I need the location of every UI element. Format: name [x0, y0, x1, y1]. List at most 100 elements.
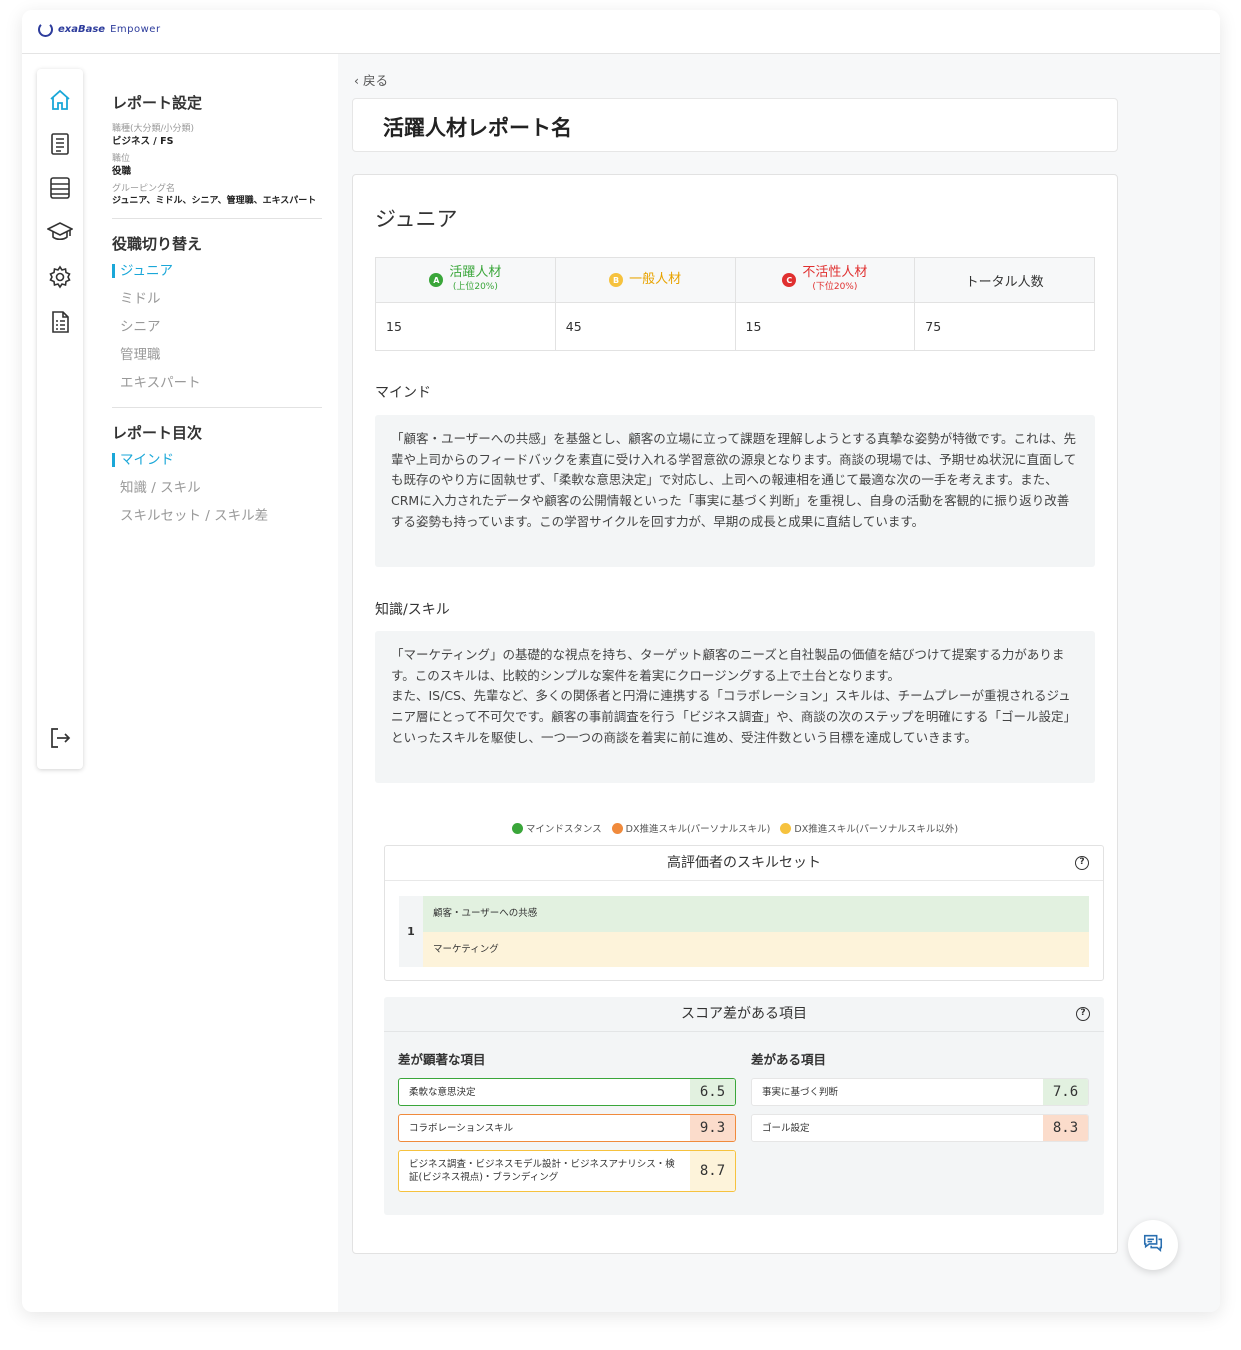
grouping-label: グルーピング名: [112, 184, 176, 194]
score-item-label: コラボレーションスキル: [409, 1122, 514, 1134]
legend-dot-yellow-icon: [780, 822, 792, 834]
job-type-value: ビジネス / FS: [112, 136, 174, 147]
logout-icon[interactable]: [47, 725, 73, 751]
badge-a-icon: A: [429, 273, 444, 287]
logo[interactable]: exaBase Empower: [38, 22, 161, 37]
score-diff-title: スコア差がある項目: [681, 1006, 807, 1022]
graduation-cap-icon[interactable]: [47, 219, 73, 245]
back-link[interactable]: ‹ 戻る: [354, 70, 388, 89]
significant-diff-column: 差が顕著な項目 柔軟な意思決定 6.5 コラボレーションスキル 9.3 ビジネス…: [398, 1049, 736, 1200]
value-active: 15: [375, 302, 556, 351]
rank-number: 1: [399, 896, 423, 967]
diff-title: 差がある項目: [751, 1052, 827, 1067]
divider: [112, 407, 322, 408]
legend-item-mind: マインドスタンス: [511, 821, 602, 835]
legend-dot-green-icon: [511, 822, 523, 834]
knowledge-text-1: 「マーケティング」の基礎的な視点を持ち、ターゲット顧客のニーズと自社製品の価値を…: [391, 647, 1065, 683]
score-item: 柔軟な意思決定 6.5: [398, 1078, 736, 1106]
score-item: コラボレーションスキル 9.3: [398, 1114, 736, 1142]
app-window: exaBase Empower レポート設定 職種(大分類/小分類) ビジネス …: [22, 10, 1220, 1312]
score-item: ゴール設定 8.3: [751, 1114, 1089, 1142]
report-title-box: 活躍人材レポート名: [352, 98, 1118, 152]
mind-section-title: マインド: [375, 385, 431, 401]
gear-icon[interactable]: [47, 264, 73, 290]
report-card: ジュニア A 活躍人材 (上位20%) B 一般人材 C 不活性人材 (下位20…: [352, 174, 1118, 1254]
role-item-middle[interactable]: ミドル: [112, 285, 332, 313]
badge-b-icon: B: [609, 273, 624, 287]
legend-label: DX推進スキル(パーソナルスキル以外): [794, 824, 959, 835]
rank-skill-item: マーケティング: [423, 931, 1089, 967]
skillset-title: 高評価者のスキルセット: [667, 855, 821, 871]
score-item-value: 8.7: [690, 1151, 735, 1191]
divider: [112, 218, 322, 219]
knowledge-text-2: また、IS/CS、先輩など、多くの関係者と円滑に連携する「コラボレーション」スキ…: [391, 688, 1077, 745]
score-diff-header: スコア差がある項目 ?: [384, 997, 1104, 1032]
chat-button[interactable]: [1128, 1220, 1178, 1270]
rank-skill-list: 顧客・ユーザーへの共感 マーケティング: [423, 896, 1089, 967]
sidebar: レポート設定 職種(大分類/小分類) ビジネス / FS 職位 役職 グルーピン…: [112, 70, 332, 530]
job-type-label: 職種(大分類/小分類): [112, 124, 195, 134]
score-item: ビジネス調査・ビジネスモデル設計・ビジネスアナリシス・検証(ビジネス視点)・ブラ…: [398, 1150, 736, 1192]
toc-item-mind[interactable]: マインド: [112, 453, 332, 467]
legend-item-personal: DX推進スキル(パーソナルスキル): [611, 821, 771, 835]
toc-item-skillset[interactable]: スキルセット / スキル差: [112, 502, 332, 530]
knowledge-text-box: 「マーケティング」の基礎的な視点を持ち、ターゲット顧客のニーズと自社製品の価値を…: [375, 631, 1095, 783]
summary-value-row: 15 45 15 75: [375, 302, 1095, 351]
report-title: 活躍人材レポート名: [383, 116, 572, 140]
role-item-manager[interactable]: 管理職: [112, 341, 332, 369]
chat-icon: [1142, 1232, 1164, 1258]
header-general-label: 一般人材: [629, 272, 682, 287]
score-item-label: ゴール設定: [762, 1122, 810, 1134]
diff-column: 差がある項目 事実に基づく判断 7.6 ゴール設定 8.3: [751, 1049, 1089, 1150]
value-general: 45: [554, 302, 736, 351]
role-item-expert[interactable]: エキスパート: [112, 369, 332, 397]
mind-text: 「顧客・ユーザーへの共感」を基盤とし、顧客の立場に立って課題を理解しようとする真…: [391, 431, 1077, 529]
score-item-label: ビジネス調査・ビジネスモデル設計・ビジネスアナリシス・検証(ビジネス視点)・ブラ…: [409, 1159, 675, 1183]
header-active-label: 活躍人材: [449, 265, 502, 280]
help-icon[interactable]: ?: [1076, 1007, 1090, 1021]
score-item: 事実に基づく判断 7.6: [751, 1078, 1089, 1106]
score-item-value: 9.3: [690, 1115, 735, 1141]
score-diff-panel: スコア差がある項目 ? 差が顕著な項目 柔軟な意思決定 6.5 コラボレーション…: [384, 997, 1104, 1215]
logo-mark-icon: [38, 22, 53, 37]
header-total-label: トータル人数: [965, 274, 1044, 290]
position-value: 役職: [112, 166, 132, 177]
legend-label: DX推進スキル(パーソナルスキル): [625, 824, 771, 835]
document-icon[interactable]: [47, 131, 73, 157]
table-icon[interactable]: [47, 175, 73, 201]
header-inactive-sub: (下位20%): [812, 282, 858, 292]
position-label: 職位: [112, 154, 131, 164]
header-active-sub: (上位20%): [452, 282, 498, 292]
role-switch-title: 役職切り替え: [112, 235, 203, 253]
toc-item-knowledge[interactable]: 知識 / スキル: [112, 474, 332, 502]
main-content: ‹ 戻る 活躍人材レポート名 ジュニア A 活躍人材 (上位20%) B 一般人…: [338, 54, 1220, 1312]
icon-rail: [37, 69, 83, 769]
chevron-left-icon: ‹: [354, 73, 359, 88]
skillset-header: 高評価者のスキルセット ?: [385, 846, 1103, 881]
role-item-senior[interactable]: シニア: [112, 313, 332, 341]
header-inactive-label: 不活性人材: [802, 265, 868, 280]
legend-dot-orange-icon: [611, 822, 623, 834]
knowledge-section-title: 知識/スキル: [375, 602, 450, 618]
score-item-value: 8.3: [1043, 1115, 1088, 1141]
significant-diff-title: 差が顕著な項目: [398, 1052, 486, 1067]
legend-label: マインドスタンス: [525, 824, 602, 835]
home-icon[interactable]: [47, 87, 73, 113]
top-bar: exaBase Empower: [22, 10, 1220, 54]
score-item-value: 6.5: [690, 1079, 735, 1105]
role-item-junior[interactable]: ジュニア: [112, 264, 332, 278]
header-general: B 一般人材: [554, 257, 736, 303]
help-icon[interactable]: ?: [1075, 856, 1089, 870]
badge-c-icon: C: [782, 273, 797, 287]
rank-skill-item: 顧客・ユーザーへの共感: [423, 896, 1089, 932]
report-settings-title: レポート設定: [112, 94, 203, 112]
header-total: トータル人数: [914, 257, 1095, 303]
back-label: 戻る: [362, 73, 388, 88]
report-icon[interactable]: [47, 309, 73, 335]
header-inactive: C 不活性人材 (下位20%): [734, 257, 916, 303]
header-active: A 活躍人材 (上位20%): [375, 257, 556, 303]
score-item-label: 柔軟な意思決定: [409, 1086, 476, 1098]
summary-table: A 活躍人材 (上位20%) B 一般人材 C 不活性人材 (下位20%) トー…: [375, 257, 1095, 351]
value-inactive: 15: [734, 302, 916, 351]
mind-text-box: 「顧客・ユーザーへの共感」を基盤とし、顧客の立場に立って課題を理解しようとする真…: [375, 415, 1095, 567]
